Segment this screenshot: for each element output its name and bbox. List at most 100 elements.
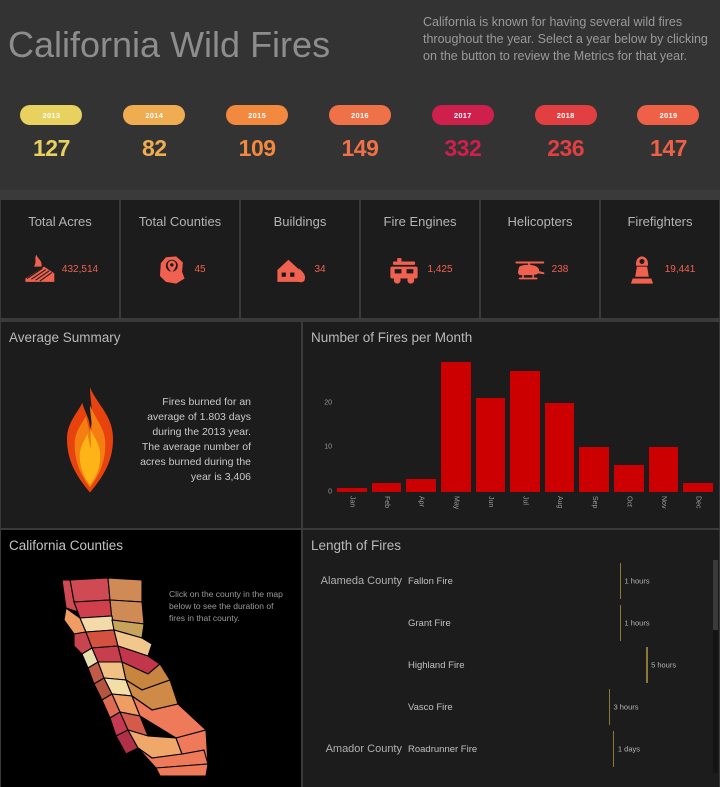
- chart-y-tick: 0: [328, 488, 332, 496]
- year-button-label: 2015: [248, 110, 267, 120]
- fire-duration-label: 3 hours: [613, 702, 639, 712]
- year-button-2018[interactable]: 2018: [534, 105, 597, 125]
- year-button-label: 2017: [453, 110, 472, 120]
- chart-bar-column[interactable]: [475, 358, 506, 492]
- length-of-fires-panel: Length of Fires Alameda County Fallon Fir…: [303, 530, 719, 787]
- county-region[interactable]: [91, 645, 123, 663]
- chart-x-tick-label: Jan: [348, 496, 356, 508]
- year-selector-item[interactable]: 2013 127: [1, 105, 101, 162]
- dashboard-root: California Wild Fires California is know…: [0, 0, 720, 787]
- county-region[interactable]: [69, 577, 111, 603]
- kpi-body: 34: [241, 229, 359, 318]
- year-button-2019[interactable]: 2019: [637, 105, 700, 125]
- year-fire-count: 149: [341, 135, 379, 161]
- length-of-fires-row[interactable]: Amador County Roadrunner Fire 1 days: [303, 728, 719, 770]
- year-button-label: 2013: [42, 110, 61, 120]
- kpi-card: Fire Engines 1,425: [361, 200, 479, 318]
- county-region[interactable]: [79, 615, 115, 633]
- chart-bar-column[interactable]: [440, 358, 471, 492]
- year-button-label: 2018: [556, 110, 575, 120]
- flame-icon: [66, 387, 114, 493]
- kpi-value: 19,441: [664, 264, 696, 275]
- chart-bar[interactable]: [406, 478, 436, 492]
- fire-duration-marker: [608, 689, 610, 725]
- fire-name-label: Grant Fire: [408, 617, 451, 629]
- chart-bar[interactable]: [614, 465, 644, 492]
- chart-bar[interactable]: [337, 487, 367, 492]
- chart-bar[interactable]: [440, 362, 471, 492]
- chart-bar-column[interactable]: [337, 358, 367, 492]
- chart-x-tick-label: Nov: [660, 496, 668, 509]
- year-button-2013[interactable]: 2013: [20, 105, 83, 125]
- year-fire-count: 127: [32, 135, 70, 161]
- year-button-label: 2016: [351, 110, 369, 120]
- year-button-2014[interactable]: 2014: [123, 105, 186, 125]
- length-of-fires-row[interactable]: Grant Fire 1 hours: [303, 602, 719, 644]
- year-selector-item[interactable]: 2014 82: [104, 105, 204, 162]
- year-button-2017[interactable]: 2017: [431, 105, 494, 125]
- california-counties-panel: California Counties Click on the county …: [1, 530, 301, 787]
- chart-bar-column[interactable]: [544, 358, 575, 492]
- chart-bar[interactable]: [510, 371, 540, 492]
- chart-x-tick-label: Aug: [556, 496, 564, 509]
- chart-bar-column[interactable]: [579, 358, 610, 492]
- fire-duration-track: 1 days: [498, 728, 719, 770]
- chart-x-tick-label: Apr: [417, 496, 425, 507]
- kpi-value: 34: [314, 264, 326, 275]
- year-selector-item[interactable]: 2015 109: [207, 105, 307, 162]
- chart-x-tick-label: Oct: [625, 496, 633, 507]
- chart-bar[interactable]: [648, 447, 679, 492]
- fire-name-label: Roadrunner Fire: [408, 743, 478, 755]
- fire-duration-marker: [646, 647, 648, 683]
- chart-bar-column[interactable]: [371, 358, 402, 492]
- year-selector-item[interactable]: 2017 332: [413, 105, 513, 162]
- intro-description: California is known for having several w…: [423, 15, 708, 63]
- middle-row: Average Summary Fires burned for an aver…: [0, 322, 720, 528]
- chart-y-tick: 10: [324, 443, 332, 451]
- chart-bar-column[interactable]: [683, 358, 714, 492]
- fire-duration-label: 5 hours: [651, 660, 677, 670]
- kpi-card: Firefighters 19,441: [601, 200, 719, 318]
- chart-y-axis: 0 10 20: [303, 358, 337, 495]
- fire-duration-marker: [619, 605, 622, 641]
- length-of-fires-row[interactable]: Highland Fire 5 hours: [303, 644, 719, 686]
- chart-bar[interactable]: [544, 402, 575, 492]
- chart-plot-area: [337, 358, 714, 492]
- chart-bar[interactable]: [683, 483, 714, 492]
- year-selector-item[interactable]: 2016 149: [310, 105, 410, 162]
- kpi-value: 238: [551, 264, 569, 275]
- year-selector-item[interactable]: 2019 147: [618, 105, 718, 162]
- fire-engine-icon: [387, 253, 421, 287]
- county-region[interactable]: [85, 629, 119, 649]
- year-button-2015[interactable]: 2015: [226, 105, 289, 125]
- chart-bar-column[interactable]: [648, 358, 679, 492]
- scrollbar-thumb[interactable]: [713, 560, 718, 630]
- chart-bar-column[interactable]: [510, 358, 540, 492]
- kpi-row: Total Acres 432,514 Total Counties 45 Buildi…: [0, 200, 720, 318]
- fire-name-label: Vasco Fire: [408, 701, 453, 713]
- county-region[interactable]: [107, 577, 143, 603]
- chart-bar-column[interactable]: [614, 358, 644, 492]
- length-of-fires-scrollbar[interactable]: [713, 560, 718, 773]
- chart-bar-column[interactable]: [406, 358, 436, 492]
- year-selector-item[interactable]: 2018 236: [516, 105, 616, 162]
- california-map[interactable]: [56, 568, 226, 778]
- year-button-2016[interactable]: 2016: [328, 105, 391, 125]
- chart-bar[interactable]: [371, 483, 402, 492]
- kpi-body: 238: [481, 229, 599, 318]
- chart-bar[interactable]: [579, 447, 610, 492]
- fire-duration-track: 1 hours: [498, 602, 719, 644]
- length-of-fires-row[interactable]: Alameda County Fallon Fire 1 hours: [303, 560, 719, 602]
- length-of-fires-title: Length of Fires: [311, 538, 402, 553]
- chart-x-tick-label: Feb: [382, 496, 390, 509]
- kpi-title: Total Counties: [138, 214, 222, 229]
- county-region[interactable]: [73, 599, 113, 619]
- length-of-fires-row[interactable]: Vasco Fire 3 hours: [303, 686, 719, 728]
- chart-bar[interactable]: [475, 398, 506, 492]
- average-summary-title: Average Summary: [9, 330, 121, 345]
- kpi-body: 45: [121, 229, 239, 318]
- fire-duration-label: 1 days: [617, 744, 641, 754]
- year-fire-count: 109: [238, 135, 276, 161]
- dashboard-header: California Wild Fires California is know…: [0, 0, 720, 190]
- fire-duration-label: 1 hours: [624, 618, 650, 628]
